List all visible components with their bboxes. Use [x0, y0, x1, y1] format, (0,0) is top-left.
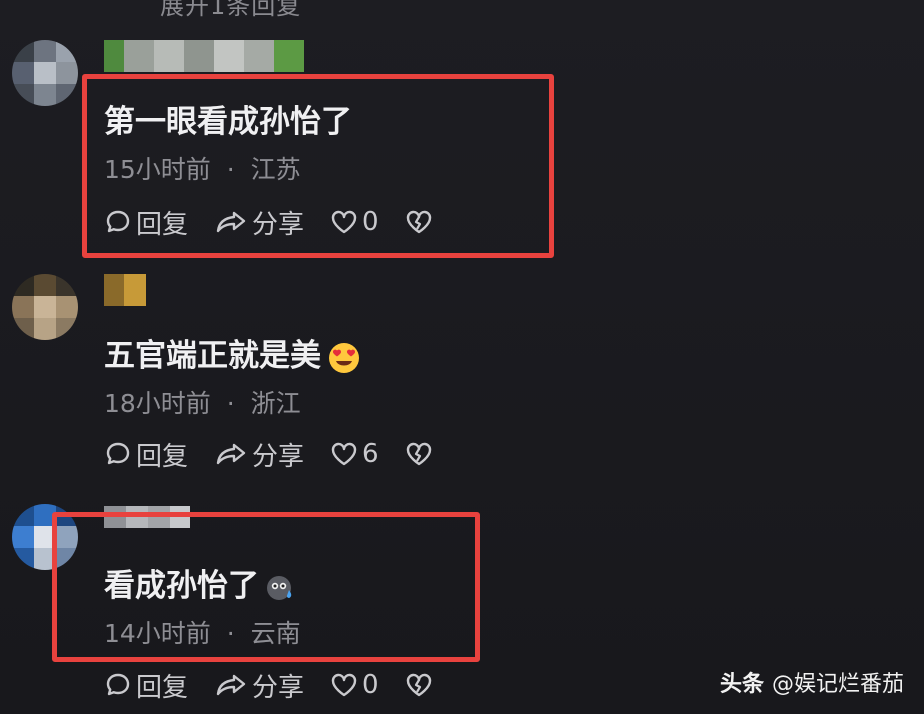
broken-heart-icon [406, 673, 431, 697]
share-label: 分享 [252, 441, 305, 472]
share-icon [216, 674, 246, 696]
reply-label: 回复 [136, 672, 189, 703]
highlight-box [52, 512, 480, 662]
comment-text: 五官端正就是美 [104, 330, 361, 375]
share-button[interactable]: 分享 [214, 667, 304, 704]
comment-location: 浙江 [250, 389, 301, 418]
username[interactable] [104, 40, 304, 72]
comment-actions: 回复 分享 6 [104, 436, 459, 472]
like-button[interactable]: 0 [330, 670, 379, 700]
username[interactable] [104, 274, 146, 306]
avatar[interactable] [12, 274, 78, 340]
heart-icon [331, 442, 357, 466]
comment-actions: 回复 分享 0 [104, 667, 459, 703]
comment-meta: 18小时前 · 浙江 [104, 384, 301, 420]
like-button[interactable]: 6 [330, 439, 379, 469]
dislike-button[interactable] [405, 440, 433, 468]
dislike-button[interactable] [405, 671, 433, 699]
meta-separator: · [226, 389, 235, 418]
comment-content: 五官端正就是美 [104, 338, 321, 374]
reply-label: 回复 [136, 441, 189, 472]
comment-time: 18小时前 [104, 389, 211, 418]
share-button[interactable]: 分享 [214, 436, 304, 473]
watermark-handle: @娱记烂番茄 [771, 672, 904, 697]
watermark-brand: 头条 [719, 672, 764, 697]
like-count: 6 [362, 439, 379, 469]
share-label: 分享 [252, 672, 305, 703]
reply-icon [106, 442, 130, 465]
broken-heart-icon [406, 442, 431, 466]
heart-icon [331, 673, 357, 697]
heart-eyes-emoji-icon [329, 342, 359, 373]
watermark: 头条 @娱记烂番茄 [720, 666, 904, 698]
reply-button[interactable]: 回复 [104, 667, 188, 704]
reply-button[interactable]: 回复 [104, 436, 188, 473]
highlight-box [82, 74, 554, 258]
share-icon [216, 443, 246, 465]
avatar[interactable] [12, 40, 78, 106]
reply-icon [106, 673, 130, 696]
like-count: 0 [362, 670, 379, 700]
expand-replies-link[interactable]: 展开1条回复 [160, 0, 301, 21]
